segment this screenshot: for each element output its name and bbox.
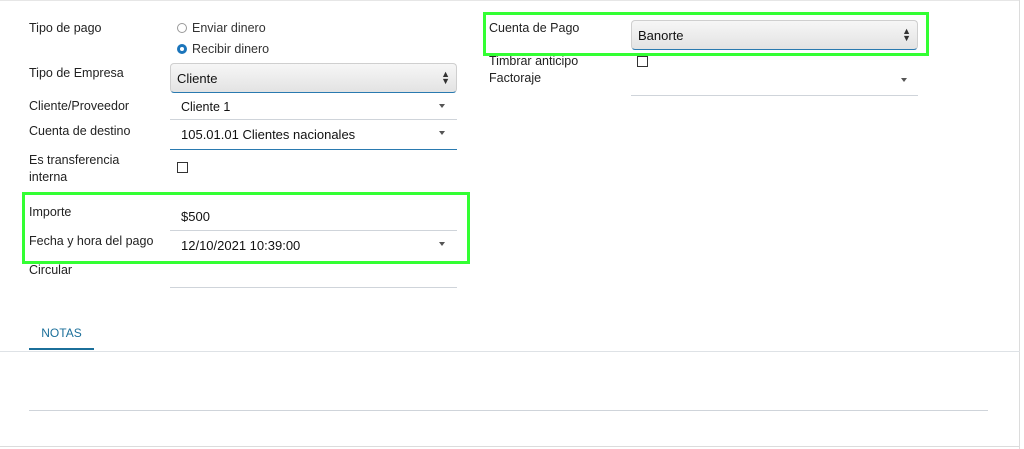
- cliente-proveedor-underline: [170, 119, 457, 120]
- es-transferencia-label: Es transferencia: [29, 153, 120, 167]
- cuenta-destino-label: Cuenta de destino: [29, 124, 131, 138]
- factoraje-label: Factoraje: [489, 71, 542, 85]
- circular-underline: [170, 287, 457, 288]
- tab-notas[interactable]: NOTAS: [29, 325, 94, 341]
- frame-bottom-border: [0, 446, 1020, 447]
- es-transferencia-label-line2: interna: [29, 170, 68, 184]
- frame-right-border: [1019, 0, 1020, 449]
- cuenta-destino-caret-icon[interactable]: [439, 131, 445, 135]
- tipo-empresa-select[interactable]: Cliente ▲ ▼: [170, 63, 457, 93]
- tabs-divider: [0, 351, 1020, 352]
- tipo-pago-label: Tipo de pago: [29, 21, 102, 35]
- tipo-empresa-label: Tipo de Empresa: [29, 66, 124, 80]
- updown-arrows-icon: ▲ ▼: [441, 69, 450, 86]
- highlight-importe-fecha: [22, 192, 470, 264]
- cuenta-destino-value[interactable]: 105.01.01 Clientes nacionales: [181, 126, 355, 144]
- radio-recibir-dinero-label[interactable]: Recibir dinero: [192, 41, 269, 57]
- highlight-cuenta-pago: [483, 12, 929, 56]
- es-transferencia-checkbox[interactable]: [177, 162, 188, 173]
- timbrar-anticipo-checkbox[interactable]: [637, 56, 648, 67]
- factoraje-underline: [631, 95, 918, 96]
- tipo-empresa-value: Cliente: [177, 71, 218, 86]
- radio-enviar-dinero-label[interactable]: Enviar dinero: [192, 20, 266, 36]
- factoraje-caret-icon[interactable]: [901, 78, 907, 82]
- cliente-proveedor-value[interactable]: Cliente 1: [181, 98, 230, 116]
- notas-textarea[interactable]: [29, 410, 988, 411]
- circular-label: Circular: [29, 263, 73, 277]
- radio-recibir-dinero[interactable]: [177, 44, 187, 54]
- cliente-proveedor-caret-icon[interactable]: [439, 104, 445, 108]
- tab-notas-active-indicator: [29, 348, 94, 350]
- cuenta-destino-underline: [170, 149, 457, 150]
- frame-top-border: [0, 0, 1020, 1]
- cliente-proveedor-label: Cliente/Proveedor: [29, 99, 130, 113]
- radio-enviar-dinero[interactable]: [177, 23, 187, 33]
